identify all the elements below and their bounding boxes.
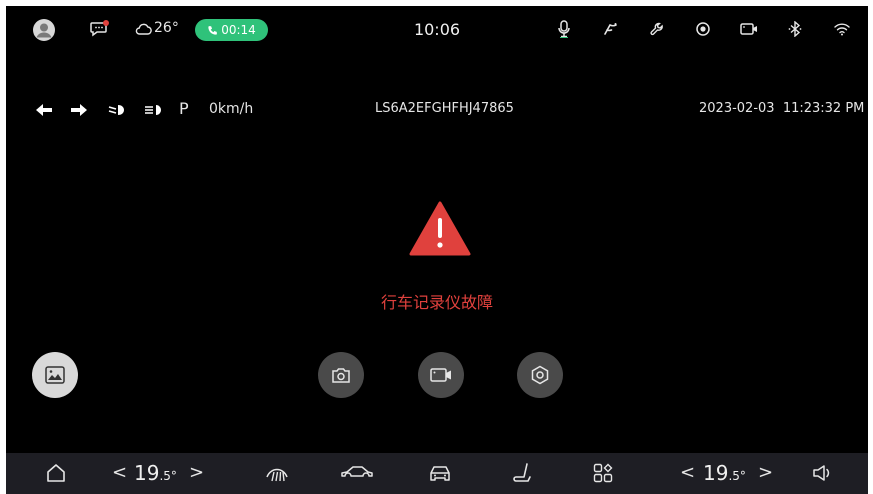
apps-icon[interactable] xyxy=(592,462,614,484)
warning-triangle-icon xyxy=(409,201,471,257)
left-temp-increase[interactable]: > xyxy=(189,462,204,483)
infotainment-screen: 26° 00:14 10:06 P 0km/h LS6A2EFGHFHJ4786… xyxy=(6,6,868,494)
wifi-icon[interactable] xyxy=(832,19,852,39)
turn-left-icon xyxy=(34,101,54,119)
gallery-button[interactable] xyxy=(32,352,78,398)
record-button[interactable] xyxy=(418,352,464,398)
high-beam-icon xyxy=(142,101,164,119)
microphone-icon[interactable] xyxy=(554,19,574,39)
image-icon xyxy=(45,366,65,384)
right-temp-value: 19 xyxy=(703,461,729,485)
right-temp-increase[interactable]: > xyxy=(758,462,773,483)
left-temp-value: 19 xyxy=(134,461,160,485)
wiper-icon[interactable] xyxy=(600,19,620,39)
wrench-icon[interactable] xyxy=(647,19,667,39)
settings-icon xyxy=(531,365,549,385)
right-temperature: 19.5° xyxy=(703,461,746,485)
left-temp-decimal: .5° xyxy=(159,469,177,483)
turn-right-icon xyxy=(69,101,89,119)
record-icon[interactable] xyxy=(693,19,713,39)
left-temperature: 19.5° xyxy=(134,461,177,485)
home-icon[interactable] xyxy=(44,461,68,485)
car-side-icon[interactable] xyxy=(339,462,375,484)
right-temp-decimal: .5° xyxy=(728,469,746,483)
bluetooth-icon[interactable] xyxy=(785,19,805,39)
volume-icon[interactable] xyxy=(810,461,836,485)
gear-indicator: P xyxy=(179,99,189,118)
low-beam-icon xyxy=(106,101,128,119)
speed-readout: 0km/h xyxy=(209,101,254,117)
dashcam-fault-message: 行车记录仪故障 xyxy=(380,293,493,312)
photo-camera-icon xyxy=(332,368,350,383)
vin-number: LS6A2EFGHFHJ47865 xyxy=(375,101,514,116)
defrost-icon[interactable] xyxy=(263,461,291,485)
seat-icon[interactable] xyxy=(509,461,535,485)
snapshot-button[interactable] xyxy=(318,352,364,398)
camera-icon[interactable] xyxy=(739,19,759,39)
date-time: 2023-02-03 11:23:32 PM xyxy=(699,101,865,116)
right-temp-decrease[interactable]: < xyxy=(680,462,695,483)
video-camera-icon xyxy=(430,368,451,382)
settings-button[interactable] xyxy=(517,352,563,398)
car-front-icon[interactable] xyxy=(426,462,454,484)
left-temp-decrease[interactable]: < xyxy=(112,462,127,483)
